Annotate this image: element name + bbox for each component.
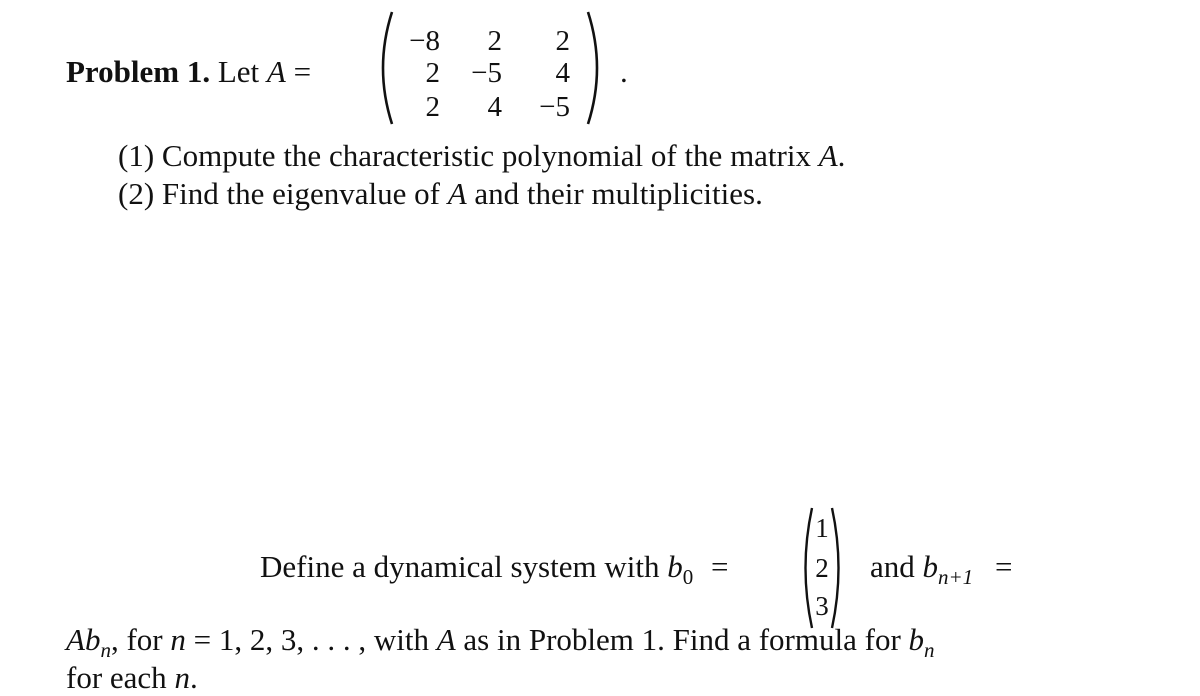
- a-var: A: [66, 622, 85, 657]
- item-1: (1) Compute the characteristic polynomia…: [118, 138, 845, 174]
- equals-sign: =: [710, 549, 729, 584]
- matrix-cell: 2: [425, 91, 441, 123]
- matrix-cell: 2: [425, 57, 441, 89]
- vector-b0: 1 2 3: [798, 506, 846, 630]
- item-end: .: [837, 138, 846, 173]
- recurrence-start: and bn+1 =: [870, 549, 1012, 590]
- problem-label: Problem 1.: [66, 54, 211, 89]
- item-text: Compute the characteristic polynomial of…: [161, 138, 811, 173]
- recurrence-continuation: Abn, for n = 1, 2, 3, . . . , with A as …: [66, 622, 935, 663]
- bn1-subscript: n+1: [938, 565, 974, 589]
- b-var: b: [922, 549, 939, 584]
- b-var: b: [908, 622, 925, 657]
- n-var: n: [170, 622, 186, 657]
- item-var: A: [818, 138, 838, 173]
- item-text: Find the eigenvalue of: [161, 176, 440, 211]
- text: = 1, 2, 3, . . . , with: [193, 622, 429, 657]
- matrix-cell: −5: [471, 57, 502, 89]
- item-2: (2) Find the eigenvalue of A and their m…: [118, 176, 763, 212]
- matrix-cell: 4: [487, 91, 503, 123]
- n-subscript: n: [100, 638, 111, 662]
- and-text: and: [870, 549, 915, 584]
- n-var: n: [174, 660, 190, 695]
- matrix-a: −8 2 2 2 −5 4 2 4 −5: [372, 10, 612, 126]
- period: .: [189, 660, 198, 695]
- dynamical-system-intro: Define a dynamical system with b0 =: [260, 549, 728, 590]
- text: for each: [66, 660, 167, 695]
- item-number: (2): [118, 176, 155, 211]
- n-subscript: n: [924, 638, 935, 662]
- final-line: for each n.: [66, 660, 198, 696]
- period: .: [620, 54, 628, 89]
- intro-text: Define a dynamical system with: [260, 549, 660, 584]
- text: as in Problem 1. Find a formula for: [463, 622, 901, 657]
- a-var: A: [436, 622, 456, 657]
- right-parenthesis: [586, 10, 608, 126]
- equals-sign: =: [994, 549, 1013, 584]
- right-parenthesis: [830, 506, 846, 630]
- matrix-name: A: [266, 54, 286, 89]
- text: , for: [110, 622, 163, 657]
- b-var: b: [667, 549, 683, 584]
- problem-1-statement: Problem 1. Let A =: [66, 54, 311, 90]
- equals-sign: =: [293, 54, 312, 89]
- matrix-cell: 4: [555, 57, 571, 89]
- item-number: (1): [118, 138, 155, 173]
- b0-subscript: 0: [682, 565, 694, 589]
- b-var: b: [84, 622, 101, 657]
- item-end: and their multiplicities.: [474, 176, 763, 211]
- matrix-cell: −5: [539, 91, 570, 123]
- let-text: Let: [217, 54, 260, 89]
- item-var: A: [447, 176, 467, 211]
